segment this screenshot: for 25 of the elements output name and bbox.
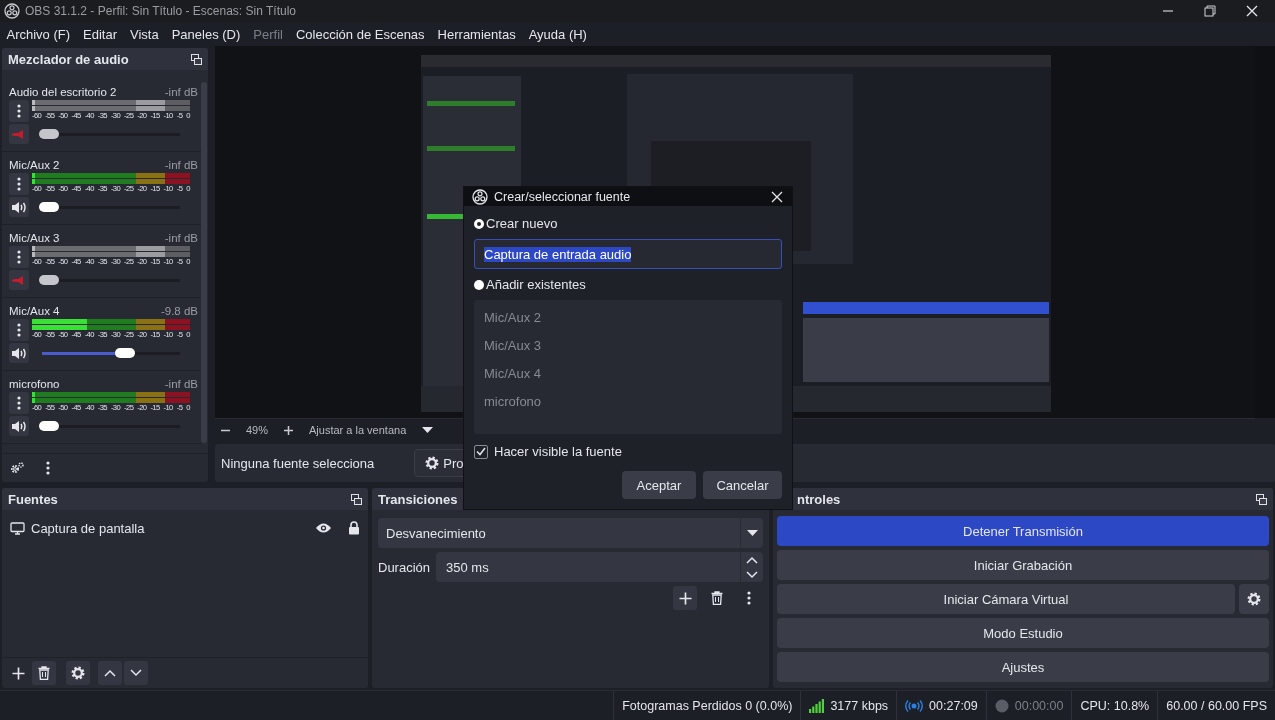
dock-title: Fuentes	[8, 491, 58, 507]
frame-rate: 60.00 / 60.00 FPS	[1166, 698, 1267, 713]
dropped-frames: Fotogramas Perdidos 0 (0.0%)	[622, 698, 793, 713]
selection-label: Ninguna fuente selecciona	[221, 455, 375, 471]
volume-reading: -inf dB	[164, 86, 198, 98]
dialog-title: Crear/seleccionar fuente	[494, 189, 632, 204]
volume-reading: -9.8 dB	[160, 305, 198, 317]
dock-title: Mezclador de audio	[8, 51, 129, 67]
channel-name: Mic/Aux 3	[9, 232, 60, 244]
channel-name: Mic/Aux 4	[9, 305, 60, 317]
channel-name: Audio del escritorio 2	[9, 86, 117, 98]
field-label: Duración	[378, 559, 431, 575]
stream-time: 00:27:09	[929, 698, 978, 713]
channel-name: Mic/Aux 2	[9, 159, 60, 171]
record-time: 00:00:00	[1014, 698, 1064, 713]
bitrate: 3177 kbps	[830, 698, 889, 713]
window-title: OBS 31.1.2 - Perfil: Sin Título - Escenas: Sin Título	[25, 4, 297, 18]
volume-reading: -inf dB	[164, 378, 198, 390]
volume-reading: -inf dB	[164, 159, 198, 171]
dock-title: ntroles	[796, 491, 841, 507]
channel-name: microfono	[9, 378, 60, 390]
volume-reading: -inf dB	[164, 232, 198, 244]
cpu-usage: CPU: 10.8%	[1080, 698, 1150, 713]
zoom-level: 49%	[246, 424, 269, 436]
dock-title: Transiciones	[378, 491, 458, 507]
